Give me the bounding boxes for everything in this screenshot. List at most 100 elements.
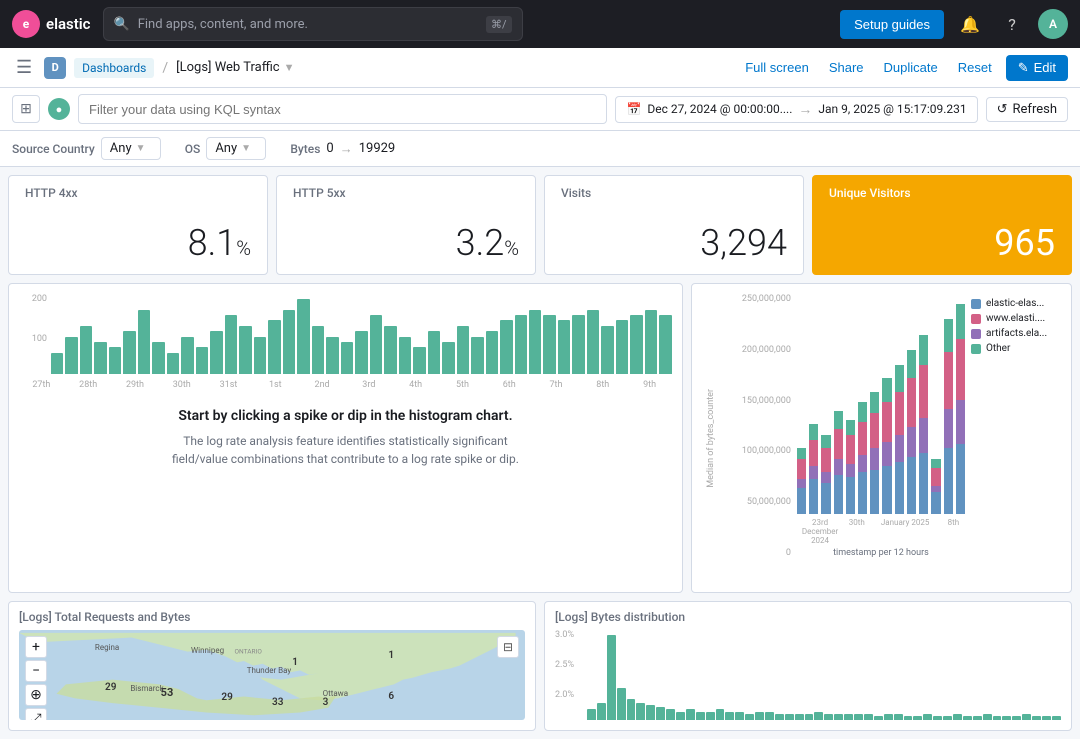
histogram-bar[interactable] (529, 310, 541, 374)
map-zoom-in-button[interactable]: + (25, 636, 47, 658)
bytes-bar[interactable] (904, 716, 913, 720)
reset-button[interactable]: Reset (952, 56, 998, 79)
histogram-bar[interactable] (283, 310, 295, 374)
bytes-bar[interactable] (706, 712, 715, 721)
bytes-bar[interactable] (716, 709, 725, 720)
histogram-bar[interactable] (457, 326, 469, 374)
bytes-bar[interactable] (617, 688, 626, 720)
histogram-bar[interactable] (543, 315, 555, 374)
bytes-bar[interactable] (943, 716, 952, 720)
histogram-bar[interactable] (181, 337, 193, 375)
bytes-bar[interactable] (607, 635, 616, 720)
edit-button[interactable]: ✎ Edit (1006, 55, 1068, 81)
bytes-bar[interactable] (725, 712, 734, 721)
bytes-bar[interactable] (735, 712, 744, 721)
histogram-bar[interactable] (558, 320, 570, 374)
histogram-bar[interactable] (442, 342, 454, 374)
histogram-bar[interactable] (616, 320, 628, 374)
bytes-bar[interactable] (686, 709, 695, 720)
bytes-bar[interactable] (1052, 716, 1061, 720)
bytes-bar[interactable] (666, 709, 675, 720)
histogram-bar[interactable] (355, 331, 367, 374)
map-zoom-out-button[interactable]: − (25, 660, 47, 682)
bytes-bar[interactable] (636, 703, 645, 720)
histogram-bar[interactable] (239, 326, 251, 374)
bytes-bar[interactable] (765, 712, 774, 721)
menu-icon[interactable]: ☰ (12, 53, 36, 82)
histogram-bar[interactable] (486, 331, 498, 374)
notifications-icon[interactable]: 🔔 (954, 8, 986, 40)
histogram-bar[interactable] (587, 310, 599, 374)
bytes-bar[interactable] (973, 716, 982, 720)
kql-input[interactable] (78, 94, 607, 124)
date-range-picker[interactable]: 📅 Dec 27, 2024 @ 00:00:00.... → Jan 9, 2… (615, 96, 977, 123)
histogram-bar[interactable] (428, 331, 440, 374)
histogram-bar[interactable] (630, 315, 642, 374)
refresh-button[interactable]: ↺ Refresh (986, 97, 1068, 122)
bytes-bar[interactable] (1002, 716, 1011, 720)
bytes-bar[interactable] (1012, 716, 1021, 720)
histogram-bar[interactable] (80, 326, 92, 374)
global-search[interactable]: 🔍 Find apps, content, and more. ⌘/ (103, 7, 523, 41)
bytes-bar[interactable] (933, 716, 942, 720)
histogram-bar[interactable] (152, 342, 164, 374)
histogram-bar[interactable] (341, 342, 353, 374)
bytes-bar[interactable] (913, 716, 922, 720)
bytes-bar[interactable] (646, 705, 655, 720)
bytes-bar[interactable] (597, 703, 606, 720)
bytes-bar[interactable] (676, 712, 685, 721)
map-layer-button[interactable]: ⊟ (497, 636, 519, 658)
histogram-bar[interactable] (413, 347, 425, 374)
filter-toggle-button[interactable]: ⊞ (12, 95, 40, 123)
bytes-bar[interactable] (1032, 716, 1041, 720)
bytes-bar[interactable] (656, 707, 665, 720)
full-screen-button[interactable]: Full screen (739, 56, 815, 79)
histogram-bar[interactable] (659, 315, 671, 374)
bytes-bar[interactable] (814, 712, 823, 721)
histogram-bar[interactable] (297, 299, 309, 374)
source-country-select[interactable]: Any ▼ (101, 137, 161, 160)
histogram-bar[interactable] (51, 353, 63, 374)
histogram-bar[interactable] (515, 315, 527, 374)
duplicate-button[interactable]: Duplicate (878, 56, 944, 79)
histogram-bar[interactable] (210, 331, 222, 374)
histogram-bar[interactable] (601, 326, 613, 374)
bytes-bar[interactable] (696, 712, 705, 721)
bytes-bar[interactable] (874, 716, 883, 720)
histogram-bar[interactable] (94, 342, 106, 374)
histogram-bar[interactable] (370, 315, 382, 374)
bytes-bar[interactable] (755, 712, 764, 721)
histogram-bar[interactable] (500, 320, 512, 374)
help-icon[interactable]: ? (996, 8, 1028, 40)
elastic-logo[interactable]: e elastic (12, 10, 91, 38)
setup-guides-button[interactable]: Setup guides (840, 10, 944, 39)
os-select[interactable]: Any ▼ (206, 137, 266, 160)
histogram-bar[interactable] (225, 315, 237, 374)
bytes-bar[interactable] (1042, 716, 1051, 720)
bytes-bar[interactable] (963, 716, 972, 720)
histogram-bar[interactable] (645, 310, 657, 374)
histogram-bar[interactable] (384, 326, 396, 374)
histogram-bar[interactable] (312, 326, 324, 374)
map-fullscreen-button[interactable]: ⤢ (25, 708, 47, 720)
bytes-bar[interactable] (993, 716, 1002, 720)
bytes-bar[interactable] (587, 709, 596, 720)
user-avatar[interactable]: A (1038, 9, 1068, 39)
histogram-bar[interactable] (572, 315, 584, 374)
histogram-bar[interactable] (65, 337, 77, 375)
histogram-bar[interactable] (123, 331, 135, 374)
breadcrumb-chevron-icon[interactable]: ▼ (284, 61, 295, 74)
histogram-bar[interactable] (109, 347, 121, 374)
histogram-bar[interactable] (138, 310, 150, 374)
map-reset-button[interactable]: ⊕ (25, 684, 47, 706)
histogram-bar[interactable] (167, 353, 179, 374)
histogram-bar[interactable] (196, 347, 208, 374)
histogram-bar[interactable] (399, 337, 411, 375)
histogram-bar[interactable] (268, 320, 280, 374)
histogram-bar[interactable] (326, 337, 338, 375)
histogram-bar[interactable] (254, 337, 266, 375)
stat-http5xx: HTTP 5xx 3.2% (276, 175, 536, 275)
histogram-bar[interactable] (471, 337, 483, 375)
breadcrumb-dashboards[interactable]: Dashboards (74, 58, 154, 78)
share-button[interactable]: Share (823, 56, 870, 79)
